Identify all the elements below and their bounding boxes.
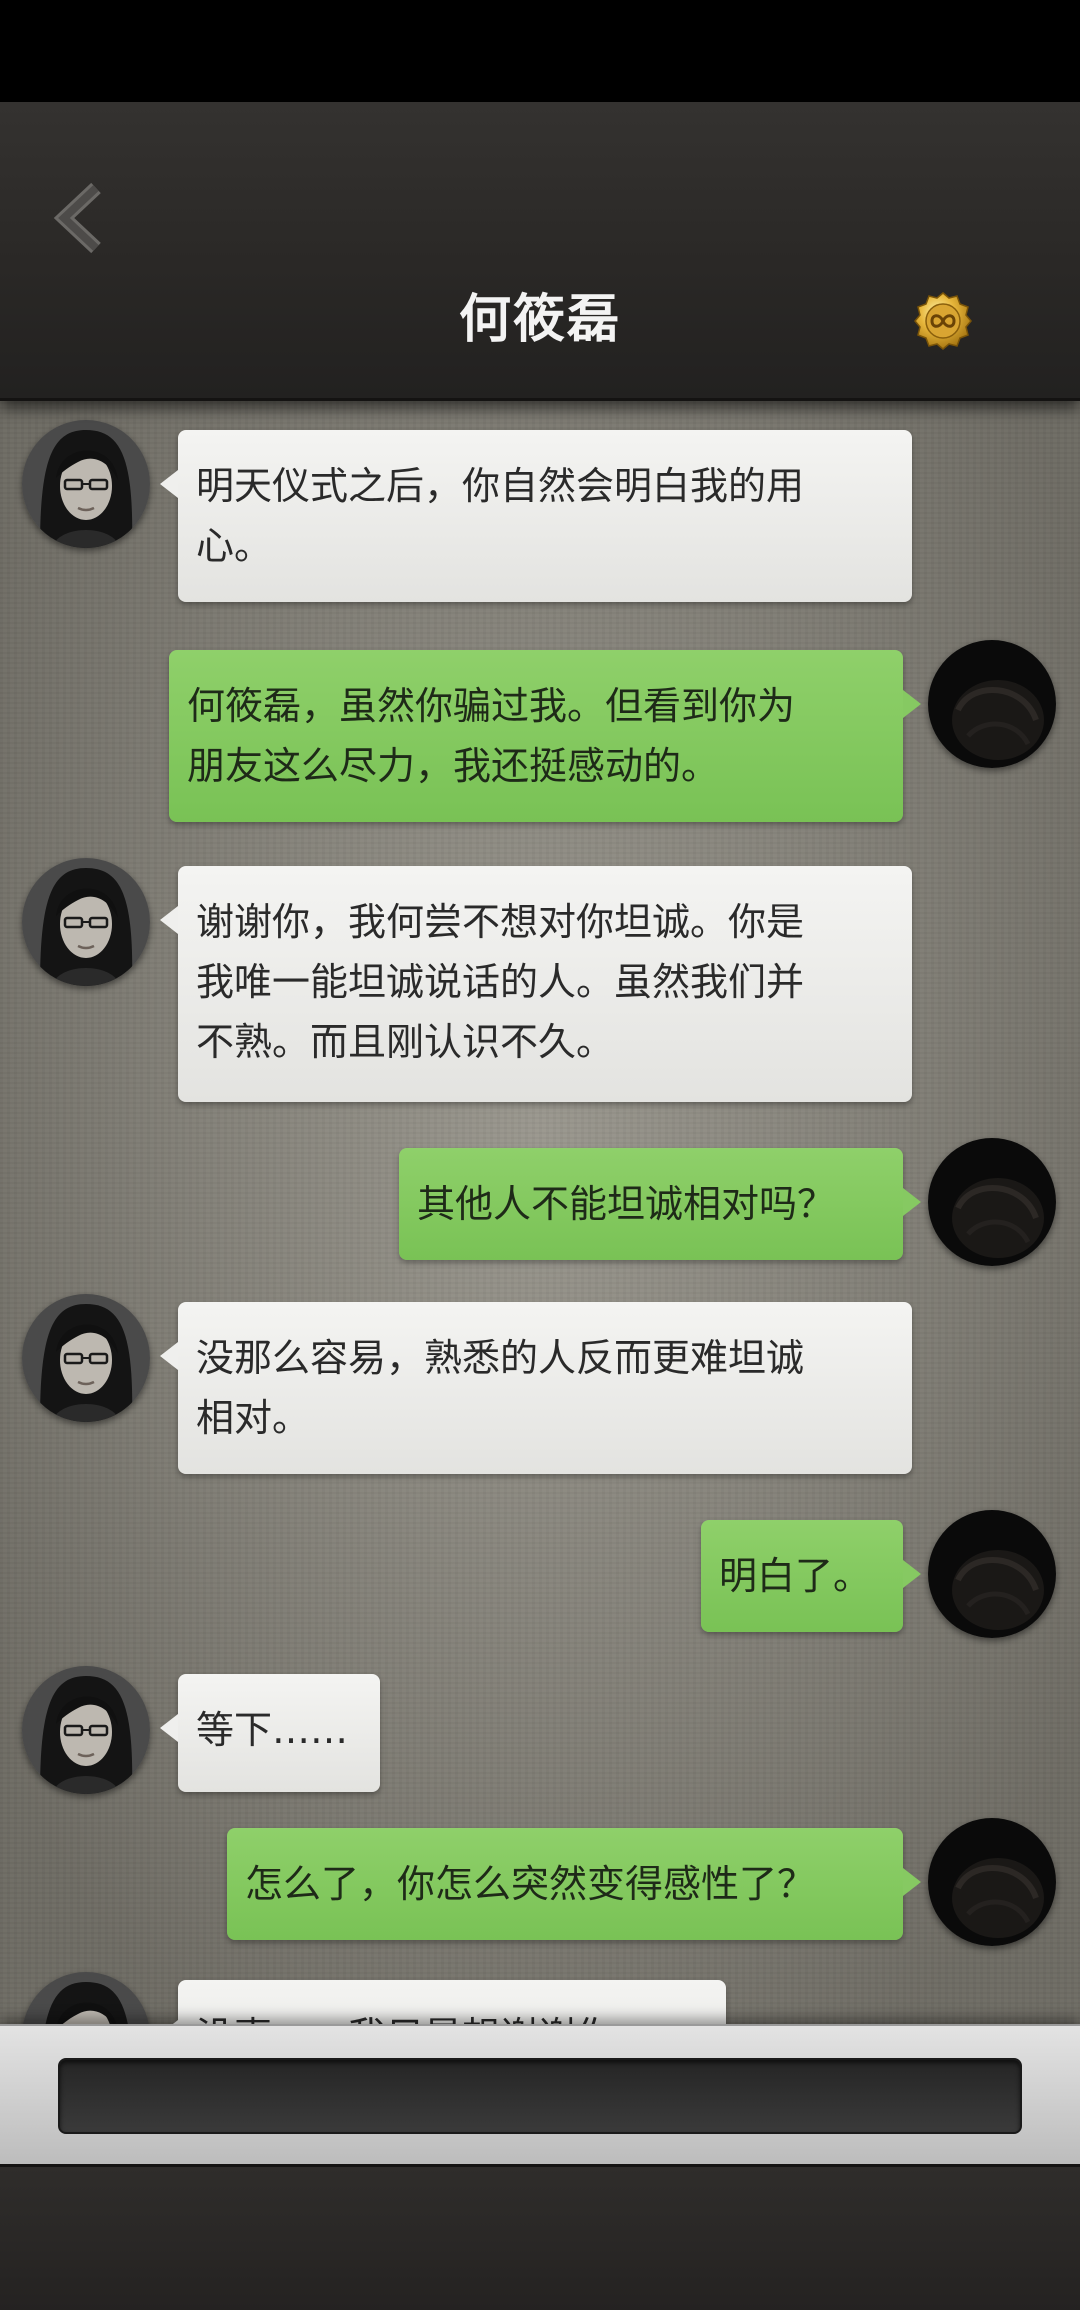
contact-avatar[interactable] [22, 858, 150, 986]
contact-avatar[interactable] [22, 420, 150, 548]
outgoing-message: 其他人不能坦诚相对吗？ [399, 1148, 921, 1260]
input-bar [0, 2024, 1080, 2166]
chat-message-list[interactable]: 明天仪式之后，你自然会明白我的用 心。 何筱磊，虽然你骗过我。但看到你为 朋友这… [0, 398, 1080, 2024]
bottom-panel [0, 2164, 1080, 2310]
chevron-left-icon [53, 182, 101, 254]
incoming-message: 等下…… [160, 1674, 380, 1792]
message-input[interactable] [58, 2058, 1022, 2134]
incoming-message: 没事……我只是想谢谢你…… [160, 1980, 726, 2024]
chat-screen: 何筱磊 明天仪式之后，你自然会明白我的用 心。 何筱磊，虽然你骗过我。但看到你为… [0, 0, 1080, 2310]
contact-avatar[interactable] [22, 1666, 150, 1794]
back-button[interactable] [48, 178, 118, 258]
player-avatar[interactable] [928, 1818, 1056, 1946]
outgoing-message: 何筱磊，虽然你骗过我。但看到你为 朋友这么尽力，我还挺感动的。 [169, 650, 921, 822]
page-title: 何筱磊 [458, 289, 621, 350]
player-avatar[interactable] [928, 1138, 1056, 1266]
outgoing-message: 怎么了，你怎么突然变得感性了？ [227, 1828, 921, 1940]
contact-avatar[interactable] [22, 1972, 150, 2024]
status-bar [0, 0, 1080, 102]
contact-avatar[interactable] [22, 1294, 150, 1422]
incoming-message: 谢谢你，我何尝不想对你坦诚。你是 我唯一能坦诚说话的人。虽然我们并 不熟。而且刚… [160, 866, 912, 1102]
player-avatar[interactable] [928, 640, 1056, 768]
infinity-coin-button[interactable] [912, 290, 974, 352]
incoming-message: 明天仪式之后，你自然会明白我的用 心。 [160, 430, 912, 602]
outgoing-message: 明白了。 [701, 1520, 921, 1632]
infinity-coin-icon [914, 292, 972, 350]
incoming-message: 没那么容易，熟悉的人反而更难坦诚 相对。 [160, 1302, 912, 1474]
player-avatar[interactable] [928, 1510, 1056, 1638]
